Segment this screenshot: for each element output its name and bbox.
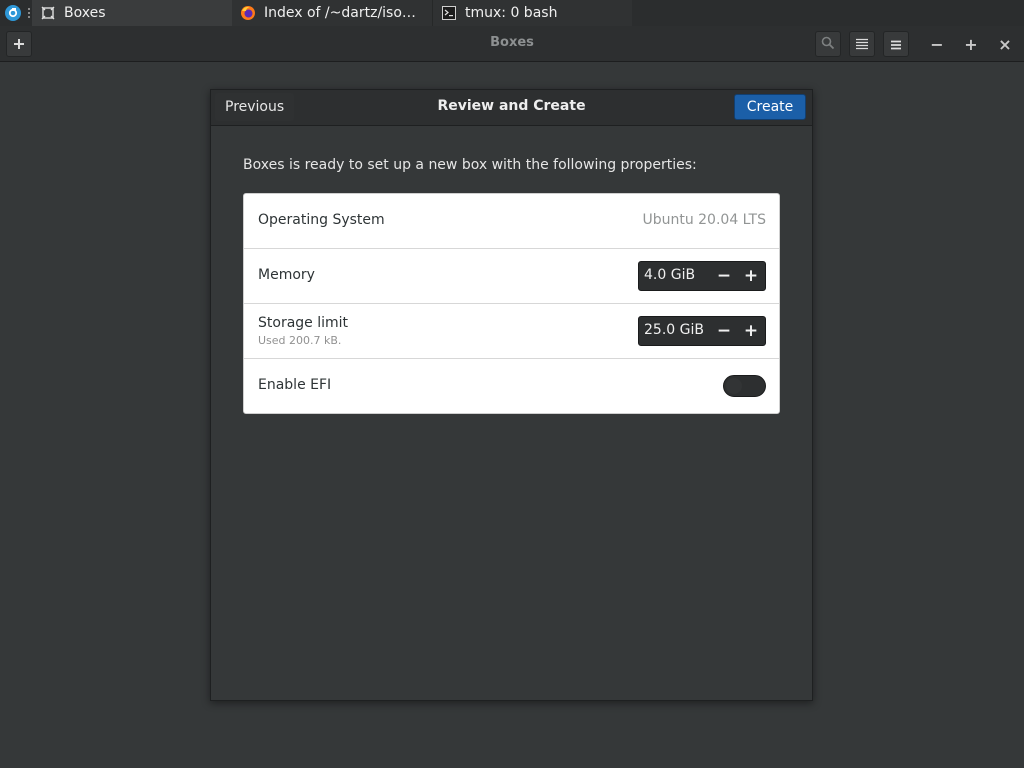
intro-text: Boxes is ready to set up a new box with … xyxy=(243,157,697,173)
hamburger-menu-icon xyxy=(890,35,902,54)
maximize-button[interactable]: + xyxy=(961,34,981,54)
memory-value[interactable]: 4.0 GiB xyxy=(644,267,695,283)
taskbar: Boxes Index of /~dartz/isos/ —... tmux: … xyxy=(0,0,1024,26)
distro-logo-icon xyxy=(5,5,21,21)
minimize-button[interactable]: − xyxy=(927,34,947,54)
efi-toggle[interactable] xyxy=(723,375,766,397)
storage-decrement-button[interactable]: − xyxy=(711,317,737,345)
review-create-dialog: Previous Review and Create Create Boxes … xyxy=(210,89,813,701)
os-label: Operating System xyxy=(258,212,385,228)
storage-value[interactable]: 25.0 GiB xyxy=(644,322,704,338)
menu-button[interactable] xyxy=(883,31,909,57)
terminal-icon xyxy=(441,5,457,21)
memory-label: Memory xyxy=(258,267,315,283)
boxes-app-icon xyxy=(40,5,56,21)
storage-row: Storage limit Used 200.7 kB. 25.0 GiB − … xyxy=(244,304,779,359)
task-terminal[interactable]: tmux: 0 bash xyxy=(432,0,632,26)
memory-row: Memory 4.0 GiB − + xyxy=(244,249,779,304)
firefox-icon xyxy=(240,5,256,21)
close-button[interactable]: × xyxy=(995,34,1015,54)
task-label: Boxes xyxy=(64,5,106,21)
task-firefox[interactable]: Index of /~dartz/isos/ —... xyxy=(232,0,432,26)
memory-decrement-button[interactable]: − xyxy=(711,262,737,290)
storage-increment-button[interactable]: + xyxy=(738,317,764,345)
task-boxes[interactable]: Boxes xyxy=(32,0,232,26)
efi-row: Enable EFI xyxy=(244,359,779,413)
toggle-knob xyxy=(726,378,742,394)
list-view-button[interactable] xyxy=(849,31,875,57)
headerbar: Boxes − + × xyxy=(0,26,1024,62)
storage-label: Storage limit xyxy=(258,315,349,331)
storage-used-text: Used 200.7 kB. xyxy=(258,334,342,347)
dialog-title: Review and Create xyxy=(437,98,586,114)
start-menu-button[interactable] xyxy=(0,0,26,26)
properties-list: Operating System Ubuntu 20.04 LTS Memory… xyxy=(243,193,780,414)
efi-label: Enable EFI xyxy=(258,377,332,393)
os-value: Ubuntu 20.04 LTS xyxy=(642,212,766,228)
os-row: Operating System Ubuntu 20.04 LTS xyxy=(244,194,779,249)
memory-increment-button[interactable]: + xyxy=(738,262,764,290)
create-button[interactable]: Create xyxy=(734,94,806,120)
task-label: Index of /~dartz/isos/ —... xyxy=(264,5,422,21)
memory-spinner: 4.0 GiB − + xyxy=(638,261,766,291)
storage-spinner: 25.0 GiB − + xyxy=(638,316,766,346)
search-icon xyxy=(821,35,835,54)
dialog-header: Previous Review and Create Create xyxy=(211,90,812,126)
list-view-icon xyxy=(855,35,869,54)
search-button[interactable] xyxy=(815,31,841,57)
task-label: tmux: 0 bash xyxy=(465,5,558,21)
